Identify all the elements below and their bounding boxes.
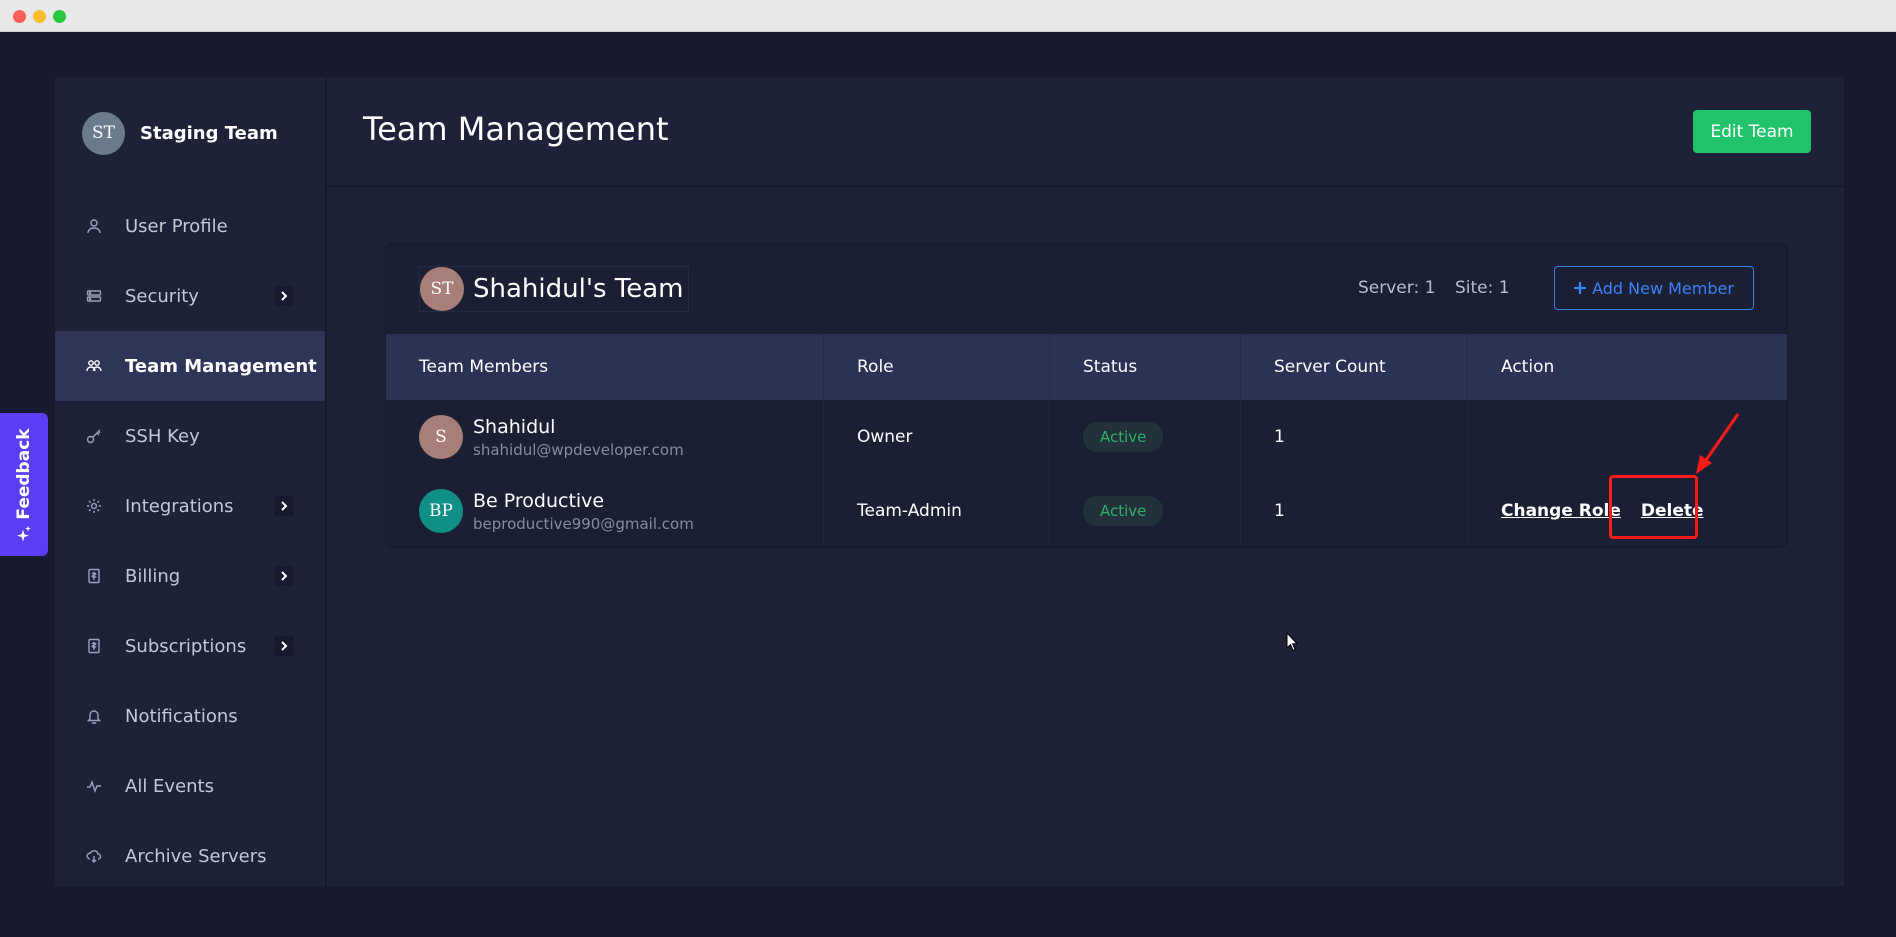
user-icon xyxy=(86,218,102,234)
chevron-right-icon[interactable] xyxy=(274,566,294,586)
table-row: BP Be Productive beproductive990@gmail.c… xyxy=(386,474,1787,547)
page-title: Team Management xyxy=(363,110,669,148)
sidebar-item-subscriptions[interactable]: Subscriptions xyxy=(55,611,325,681)
sidebar-item-label: Security xyxy=(125,285,199,307)
sidebar-item-label: Archive Servers xyxy=(125,845,267,867)
member-cell: BP Be Productive beproductive990@gmail.c… xyxy=(419,474,694,547)
sidebar-item-label: All Events xyxy=(125,775,214,797)
sidebar-item-archive-servers[interactable]: Archive Servers xyxy=(55,821,325,891)
key-icon xyxy=(86,428,102,444)
team-card-header: ST Shahidul's Team Server: 1 Site: 1 Add… xyxy=(386,244,1787,334)
chevron-right-icon[interactable] xyxy=(274,496,294,516)
column-header: Status xyxy=(1083,357,1138,377)
sidebar-item-label: User Profile xyxy=(125,215,228,237)
member-name: Shahidul xyxy=(473,415,556,438)
add-new-member-label: Add New Member xyxy=(1592,278,1734,298)
change-role-link[interactable]: Change Role xyxy=(1501,501,1621,521)
sidebar-item-security[interactable]: Security xyxy=(55,261,325,331)
team-title: ST Shahidul's Team xyxy=(419,266,689,312)
member-avatar: S xyxy=(419,415,463,459)
table-header: Team Members Role Status Server Count Ac… xyxy=(386,334,1787,400)
mouse-cursor-icon xyxy=(1286,632,1298,652)
server-count-label: Server: 1 xyxy=(1358,278,1436,298)
member-email: shahidul@wpdeveloper.com xyxy=(473,440,684,459)
member-name: Be Productive xyxy=(473,489,605,512)
close-window-button[interactable] xyxy=(13,10,26,23)
team-icon xyxy=(86,358,102,374)
member-avatar: BP xyxy=(419,489,463,533)
team-card-name: Shahidul's Team xyxy=(473,274,684,304)
column-header: Role xyxy=(857,357,894,377)
feedback-label: Feedback xyxy=(14,427,34,520)
add-new-member-button[interactable]: Add New Member xyxy=(1554,266,1754,310)
annotation-arrow-icon xyxy=(1696,413,1740,474)
site-count-label: Site: 1 xyxy=(1455,278,1510,298)
team-switcher[interactable]: ST Staging Team xyxy=(82,111,278,155)
team-avatar: ST xyxy=(420,267,464,311)
sidebar-item-label: Integrations xyxy=(125,495,234,517)
status-cell: Active xyxy=(1083,474,1164,547)
app-frame: ST Staging Team User Profile Security Te… xyxy=(55,77,1844,886)
sidebar-item-label: Billing xyxy=(125,565,181,587)
page-header: Team Management Edit Team xyxy=(327,77,1844,187)
window-titlebar xyxy=(0,0,1896,32)
server-count-cell: 1 xyxy=(1274,501,1285,521)
minimize-window-button[interactable] xyxy=(33,10,46,23)
sidebar-item-all-events[interactable]: All Events xyxy=(55,751,325,821)
chevron-right-icon[interactable] xyxy=(274,286,294,306)
column-header: Server Count xyxy=(1274,357,1386,377)
sidebar-item-label: Team Management xyxy=(125,355,317,377)
annotation-highlight-box xyxy=(1609,475,1698,539)
maximize-window-button[interactable] xyxy=(53,10,66,23)
team-card: ST Shahidul's Team Server: 1 Site: 1 Add… xyxy=(385,243,1788,548)
sidebar-item-notifications[interactable]: Notifications xyxy=(55,681,325,751)
security-icon xyxy=(86,288,102,304)
sparkle-icon xyxy=(17,525,31,542)
sidebar-item-team-management[interactable]: Team Management xyxy=(55,331,325,401)
billing-icon xyxy=(86,568,102,584)
status-badge: Active xyxy=(1083,422,1164,452)
archive-icon xyxy=(86,848,102,864)
sidebar: ST Staging Team User Profile Security Te… xyxy=(55,77,327,886)
table-row: S Shahidul shahidul@wpdeveloper.com Owne… xyxy=(386,400,1787,474)
server-count-cell: 1 xyxy=(1274,427,1285,447)
subscriptions-icon xyxy=(86,638,102,654)
role-cell: Owner xyxy=(857,427,913,447)
status-badge: Active xyxy=(1083,496,1164,526)
plus-icon xyxy=(1574,282,1587,294)
status-cell: Active xyxy=(1083,400,1164,474)
sidebar-item-label: Subscriptions xyxy=(125,635,247,657)
sidebar-item-label: SSH Key xyxy=(125,425,200,447)
column-header: Team Members xyxy=(419,357,549,377)
team-name: Staging Team xyxy=(140,122,278,144)
gear-icon xyxy=(86,498,102,514)
member-email: beproductive990@gmail.com xyxy=(473,514,694,533)
chevron-right-icon[interactable] xyxy=(274,636,294,656)
sidebar-item-user-profile[interactable]: User Profile xyxy=(55,191,325,261)
role-cell: Team-Admin xyxy=(857,501,962,521)
sidebar-item-label: Notifications xyxy=(125,705,238,727)
feedback-tab[interactable]: Feedback xyxy=(0,413,48,556)
team-avatar: ST xyxy=(82,111,125,155)
column-header: Action xyxy=(1501,357,1555,377)
sidebar-nav: User Profile Security Team Management SS… xyxy=(55,191,325,891)
bell-icon xyxy=(86,708,102,724)
sidebar-item-billing[interactable]: Billing xyxy=(55,541,325,611)
edit-team-button[interactable]: Edit Team xyxy=(1693,110,1811,153)
member-cell: S Shahidul shahidul@wpdeveloper.com xyxy=(419,400,684,474)
activity-icon xyxy=(86,778,102,794)
sidebar-item-integrations[interactable]: Integrations xyxy=(55,471,325,541)
sidebar-item-ssh-key[interactable]: SSH Key xyxy=(55,401,325,471)
